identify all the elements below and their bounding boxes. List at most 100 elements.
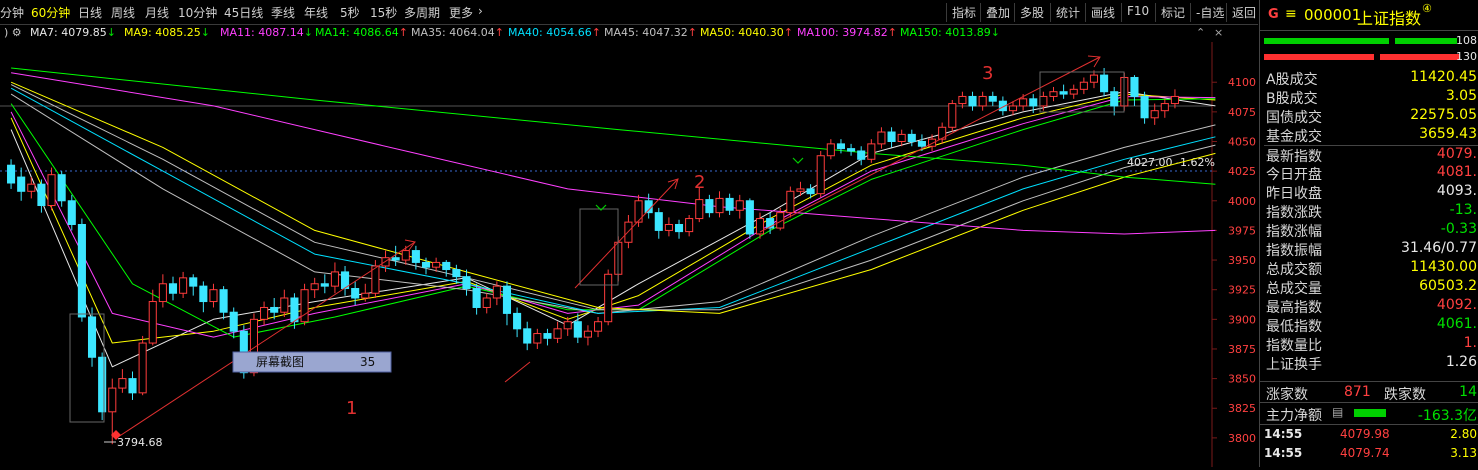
back-button[interactable]: 返回 <box>1226 3 1261 22</box>
candle-body <box>442 261 451 271</box>
candle <box>826 139 835 160</box>
candle-body <box>67 200 76 225</box>
ma-settings-icon[interactable]: ) ⚙ <box>4 26 22 39</box>
candle-body <box>209 289 218 303</box>
candle-body <box>1039 95 1048 107</box>
period-tab-multi[interactable]: 多周期 <box>404 4 440 21</box>
candle-body <box>513 312 522 330</box>
ma14-value: MA14: 4086.64↑ <box>315 26 408 39</box>
ma100-value: MA100: 3974.82↑ <box>797 26 897 39</box>
ma-line-ma11 <box>10 96 1216 338</box>
candle-body <box>199 285 208 303</box>
candle-body <box>158 283 167 303</box>
ma150-value: MA150: 4013.89↓ <box>900 26 1000 39</box>
quote-label: 指数涨跌 <box>1266 205 1322 221</box>
candle <box>158 274 167 308</box>
candle-body <box>77 223 86 318</box>
candle <box>594 316 603 338</box>
quote-value: 3659.43 <box>1419 126 1477 142</box>
candle-body <box>543 333 552 339</box>
popup-value: 35 <box>360 355 375 369</box>
ma11-value: MA11: 4087.14↓ <box>220 26 313 39</box>
candle <box>502 281 512 326</box>
chevron-up-icon[interactable]: ⌃ <box>1196 26 1205 39</box>
ma50-value: MA50: 4040.30↑ <box>700 26 793 39</box>
ma-indicator-bar: ) ⚙ MA7: 4079.85↓ MA9: 4085.25↓ MA11: 40… <box>0 25 1258 42</box>
period-tab-year[interactable]: 年线 <box>304 4 328 21</box>
quote-label: 最新指数 <box>1266 149 1322 165</box>
candle-body <box>330 271 339 287</box>
candle <box>189 274 198 296</box>
y-tick-label: 3900 <box>1228 313 1256 326</box>
tick-row: 14:55 4079.74 3.13 <box>1260 446 1478 464</box>
y-tick-label: 3800 <box>1228 432 1256 445</box>
period-tab-week[interactable]: 周线 <box>111 4 135 21</box>
annotation-1: 1 <box>346 398 357 419</box>
menu-icon[interactable]: ≡ <box>1285 6 1297 22</box>
draw-line-button[interactable]: 画线 <box>1085 3 1120 22</box>
candle <box>968 91 977 111</box>
quote-label: 总成交额 <box>1266 262 1322 278</box>
period-tab-15sec[interactable]: 15秒 <box>370 4 397 21</box>
candle <box>948 100 957 133</box>
ref-price-label: 4027.00 -1.62% <box>1127 156 1215 169</box>
period-tab-5sec[interactable]: 5秒 <box>340 4 360 21</box>
y-tick-label: 3950 <box>1228 254 1256 267</box>
kline-chart[interactable]: 4100 4075 4050 4025 4000 3975 3950 3925 3900 3875… <box>0 42 1258 467</box>
screenshot-popup: 屏幕截图 35 <box>232 351 392 373</box>
arrow-down-icon: ↓ <box>200 26 210 39</box>
net-flow-row: 主力净额 ▤ -163.3亿 <box>1260 402 1478 424</box>
candle-body <box>786 190 795 214</box>
tick-list: 14:55 4079.98 2.80 14:55 4079.74 3.13 <box>1260 424 1478 468</box>
f10-button[interactable]: F10 <box>1121 3 1154 22</box>
stats-button[interactable]: 统计 <box>1050 3 1085 22</box>
close-icon[interactable]: × <box>1214 26 1223 39</box>
candle <box>513 307 522 338</box>
period-tab-60min[interactable]: 60分钟 <box>31 4 70 21</box>
chevron-right-icon[interactable]: › <box>478 4 483 18</box>
period-tab-45day[interactable]: 45日线 <box>224 4 263 21</box>
candle <box>310 277 319 298</box>
candle-body <box>432 261 441 268</box>
period-tab-day[interactable]: 日线 <box>78 4 102 21</box>
candle-body <box>118 378 127 389</box>
candle-body <box>219 289 228 313</box>
trendline-1 <box>117 241 416 438</box>
mark-button[interactable]: 标记 <box>1155 3 1190 22</box>
y-tick-label: 4100 <box>1228 76 1256 89</box>
indicator-button[interactable]: 指标 <box>946 3 981 22</box>
candle-body <box>796 188 805 192</box>
candle <box>280 289 289 317</box>
period-tab-month[interactable]: 月线 <box>145 4 169 21</box>
remove-watchlist-button[interactable]: -自选 <box>1190 3 1229 22</box>
candle-body <box>1089 74 1099 83</box>
overlay-button[interactable]: 叠加 <box>980 3 1015 22</box>
candle-body <box>280 297 289 313</box>
multi-stock-button[interactable]: 多股 <box>1014 3 1049 22</box>
y-tick-label: 3925 <box>1228 284 1256 297</box>
net-flow-bar <box>1354 409 1386 417</box>
low-marker: 3794.68 <box>104 430 163 449</box>
up-count-label: 涨家数 <box>1266 387 1308 403</box>
candle <box>857 146 866 166</box>
arrow-up-icon: ↑ <box>398 26 408 39</box>
candle-body <box>634 200 643 223</box>
period-tab-quarter[interactable]: 季线 <box>271 4 295 21</box>
candle <box>462 269 471 296</box>
period-tab-minute[interactable]: 分钟 <box>0 4 24 21</box>
candle <box>482 293 491 314</box>
candle-body <box>108 387 117 413</box>
quote-row: B股成交 3.05 <box>1264 88 1478 107</box>
candle <box>715 191 724 218</box>
candle <box>654 207 663 239</box>
period-tab-10min[interactable]: 10分钟 <box>178 4 217 21</box>
candle-body <box>1100 74 1109 93</box>
candle <box>583 325 592 346</box>
net-flow-menu-icon[interactable]: ▤ <box>1332 405 1343 419</box>
period-tab-more[interactable]: 更多 <box>449 4 473 21</box>
arrow-up-icon: ↑ <box>887 26 897 39</box>
quote-value: 4061. <box>1436 316 1477 332</box>
candle-body <box>594 321 603 332</box>
quote-value: 3.05 <box>1445 88 1477 104</box>
candle-body <box>300 289 309 323</box>
